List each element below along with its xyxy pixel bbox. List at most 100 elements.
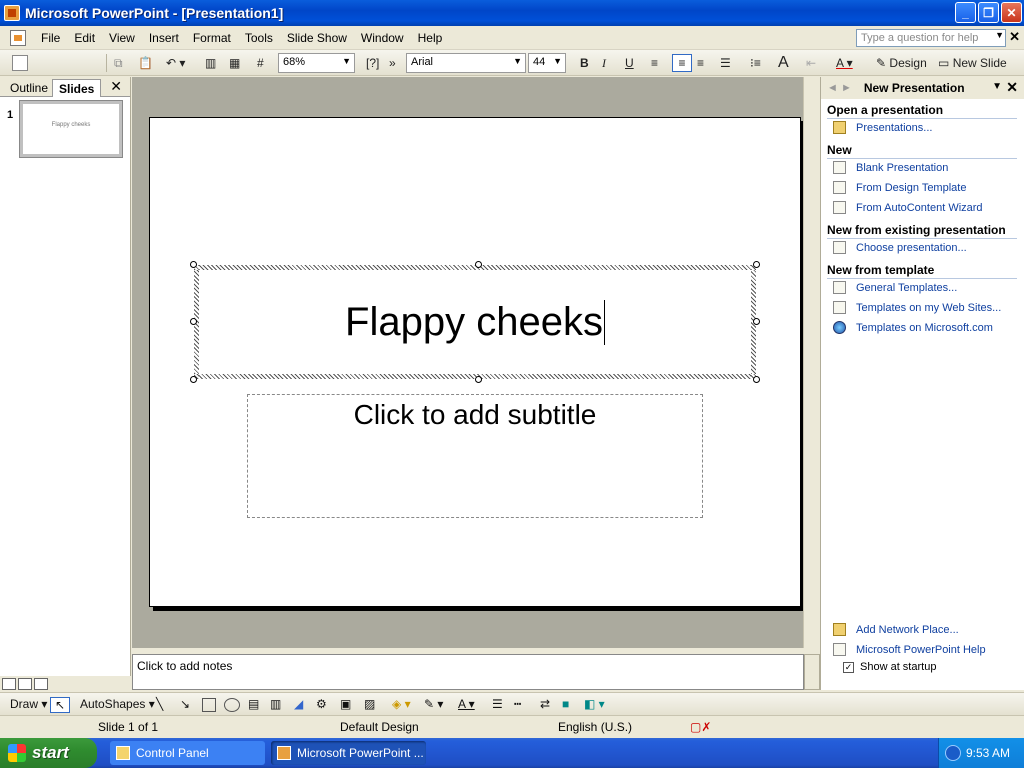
arrow-icon[interactable]: ↘ bbox=[180, 697, 190, 711]
title-text-area[interactable]: Flappy cheeks bbox=[199, 270, 751, 374]
design-button[interactable]: ✎ Design bbox=[876, 54, 927, 72]
italic-icon[interactable]: I bbox=[602, 54, 606, 72]
powerpoint-app-icon[interactable] bbox=[4, 5, 20, 21]
start-button[interactable]: start bbox=[0, 738, 97, 768]
align-center-icon[interactable]: ≡ bbox=[672, 54, 692, 72]
fill-color-icon[interactable]: ◈ ▾ bbox=[392, 697, 411, 711]
menu-slide-show[interactable]: Slide Show bbox=[280, 29, 354, 47]
resize-handle[interactable] bbox=[475, 261, 482, 268]
new-slide-button[interactable]: ▭ New Slide bbox=[938, 54, 1007, 72]
chevron-down-icon[interactable]: ▼ bbox=[992, 81, 1002, 92]
undo-icon[interactable]: ↶ ▾ bbox=[166, 54, 185, 72]
close-button[interactable]: ✕ bbox=[1001, 2, 1022, 23]
zoom-select[interactable]: 68% ▼ bbox=[278, 53, 355, 73]
back-forward-icon[interactable]: ◄ ► bbox=[827, 82, 852, 94]
link-general-templates[interactable]: General Templates... bbox=[833, 281, 957, 294]
resize-handle[interactable] bbox=[190, 376, 197, 383]
picture-icon[interactable]: ▣ bbox=[340, 697, 351, 711]
menu-tools[interactable]: Tools bbox=[238, 29, 280, 47]
menu-edit[interactable]: Edit bbox=[67, 29, 102, 47]
underline-icon[interactable]: U bbox=[625, 54, 634, 72]
autoshapes-menu[interactable]: AutoShapes ▾ bbox=[80, 697, 155, 711]
font-color-icon[interactable]: A ▾ bbox=[836, 54, 853, 72]
wordart-icon[interactable]: ▥ bbox=[270, 697, 281, 711]
resize-handle[interactable] bbox=[475, 376, 482, 383]
task-powerpoint[interactable]: Microsoft PowerPoint ... bbox=[271, 741, 426, 765]
align-right-icon[interactable]: ≡ bbox=[697, 54, 704, 72]
slide-show-icon[interactable] bbox=[34, 678, 48, 690]
slide-title[interactable]: Flappy cheeks bbox=[345, 299, 605, 345]
resize-handle[interactable] bbox=[753, 261, 760, 268]
subtitle-placeholder[interactable]: Click to add subtitle bbox=[247, 394, 703, 518]
grid-icon[interactable]: # bbox=[257, 54, 264, 72]
bold-icon[interactable]: B bbox=[580, 54, 589, 72]
resize-handle[interactable] bbox=[190, 261, 197, 268]
font-select[interactable]: Arial ▼ bbox=[406, 53, 526, 73]
resize-handle[interactable] bbox=[753, 376, 760, 383]
link-design-template[interactable]: From Design Template bbox=[833, 181, 966, 194]
diagram-icon[interactable]: ◢ bbox=[294, 697, 303, 711]
link-powerpoint-help[interactable]: Microsoft PowerPoint Help bbox=[833, 643, 986, 656]
link-microsoft-templates[interactable]: Templates on Microsoft.com bbox=[833, 321, 993, 334]
menu-help[interactable]: Help bbox=[411, 29, 450, 47]
tray-arrow-icon[interactable] bbox=[945, 745, 961, 761]
insert-picture-icon[interactable]: ▨ bbox=[364, 697, 375, 711]
select-pointer-icon[interactable]: ↖ bbox=[50, 697, 70, 713]
rectangle-icon[interactable] bbox=[202, 698, 216, 712]
pane-close-icon[interactable]: ✕ bbox=[110, 78, 122, 95]
draw-menu[interactable]: Draw ▾ bbox=[10, 697, 47, 711]
chart-icon[interactable]: ▥ bbox=[205, 54, 216, 72]
spelling-status-icon[interactable]: ▢✗ bbox=[690, 720, 711, 734]
justify-icon[interactable]: ☰ bbox=[720, 54, 731, 72]
resize-handle[interactable] bbox=[190, 318, 197, 325]
minimize-button[interactable]: _ bbox=[955, 2, 976, 23]
slide-canvas[interactable]: Flappy cheeks Click to add subtitle bbox=[149, 117, 801, 607]
menu-insert[interactable]: Insert bbox=[142, 29, 186, 47]
bullets-icon[interactable]: ⁝≡ bbox=[750, 54, 761, 72]
font-size-select[interactable]: 44 ▼ bbox=[528, 53, 566, 73]
task-pane-close-icon[interactable]: ✕ bbox=[1006, 79, 1018, 96]
link-web-templates[interactable]: Templates on my Web Sites... bbox=[833, 301, 1001, 314]
resize-handle[interactable] bbox=[753, 318, 760, 325]
chevron-down-icon[interactable]: ▼ bbox=[995, 30, 1004, 40]
line-color-icon[interactable]: ✎ ▾ bbox=[424, 697, 443, 711]
vertical-scrollbar[interactable] bbox=[803, 77, 820, 648]
notes-area[interactable]: Click to add notes bbox=[132, 654, 804, 690]
document-close-icon[interactable]: ✕ bbox=[1009, 29, 1020, 45]
3d-icon[interactable]: ◧ ▾ bbox=[584, 697, 605, 711]
font-color-icon[interactable]: A ▾ bbox=[458, 697, 475, 711]
show-at-startup-checkbox[interactable]: ✓ Show at startup bbox=[843, 661, 936, 673]
document-icon[interactable] bbox=[10, 29, 26, 46]
help-icon[interactable]: [?] bbox=[366, 54, 379, 72]
link-blank-presentation[interactable]: Blank Presentation bbox=[833, 161, 948, 174]
link-choose-presentation[interactable]: Choose presentation... bbox=[833, 241, 967, 254]
restore-button[interactable]: ❐ bbox=[978, 2, 999, 23]
clock[interactable]: 9:53 AM bbox=[966, 746, 1010, 760]
menu-view[interactable]: View bbox=[102, 29, 142, 47]
notes-scrollbar[interactable] bbox=[804, 654, 820, 690]
arrow-style-icon[interactable]: ⇄ bbox=[540, 697, 550, 711]
table-icon[interactable]: ▦ bbox=[229, 54, 240, 72]
textbox-icon[interactable]: ▤ bbox=[248, 697, 259, 711]
slide-sorter-icon[interactable] bbox=[18, 678, 32, 690]
shadow-icon[interactable]: ■ bbox=[562, 697, 569, 711]
tab-slides[interactable]: Slides bbox=[52, 79, 102, 97]
link-autocontent-wizard[interactable]: From AutoContent Wizard bbox=[833, 201, 983, 214]
toolbar-overflow-icon[interactable]: » bbox=[389, 54, 396, 72]
link-presentations[interactable]: Presentations... bbox=[833, 121, 932, 134]
line-icon[interactable]: ╲ bbox=[156, 697, 163, 711]
clipart-icon[interactable]: ⚙ bbox=[316, 697, 327, 711]
menu-format[interactable]: Format bbox=[186, 29, 238, 47]
slide-thumbnail[interactable]: Flappy cheeks bbox=[19, 100, 123, 158]
new-icon[interactable] bbox=[12, 54, 28, 72]
copy-icon[interactable]: ⧉ bbox=[114, 54, 123, 72]
decrease-indent-icon[interactable]: ⇤ bbox=[806, 54, 816, 72]
align-left-icon[interactable]: ≡ bbox=[651, 54, 658, 72]
task-control-panel[interactable]: Control Panel bbox=[110, 741, 265, 765]
line-style-icon[interactable]: ☰ bbox=[492, 697, 503, 711]
link-add-network-place[interactable]: Add Network Place... bbox=[833, 623, 959, 636]
tab-outline[interactable]: Outline bbox=[4, 79, 54, 97]
increase-font-icon[interactable]: A bbox=[778, 54, 789, 72]
normal-view-icon[interactable] bbox=[2, 678, 16, 690]
menu-window[interactable]: Window bbox=[354, 29, 411, 47]
